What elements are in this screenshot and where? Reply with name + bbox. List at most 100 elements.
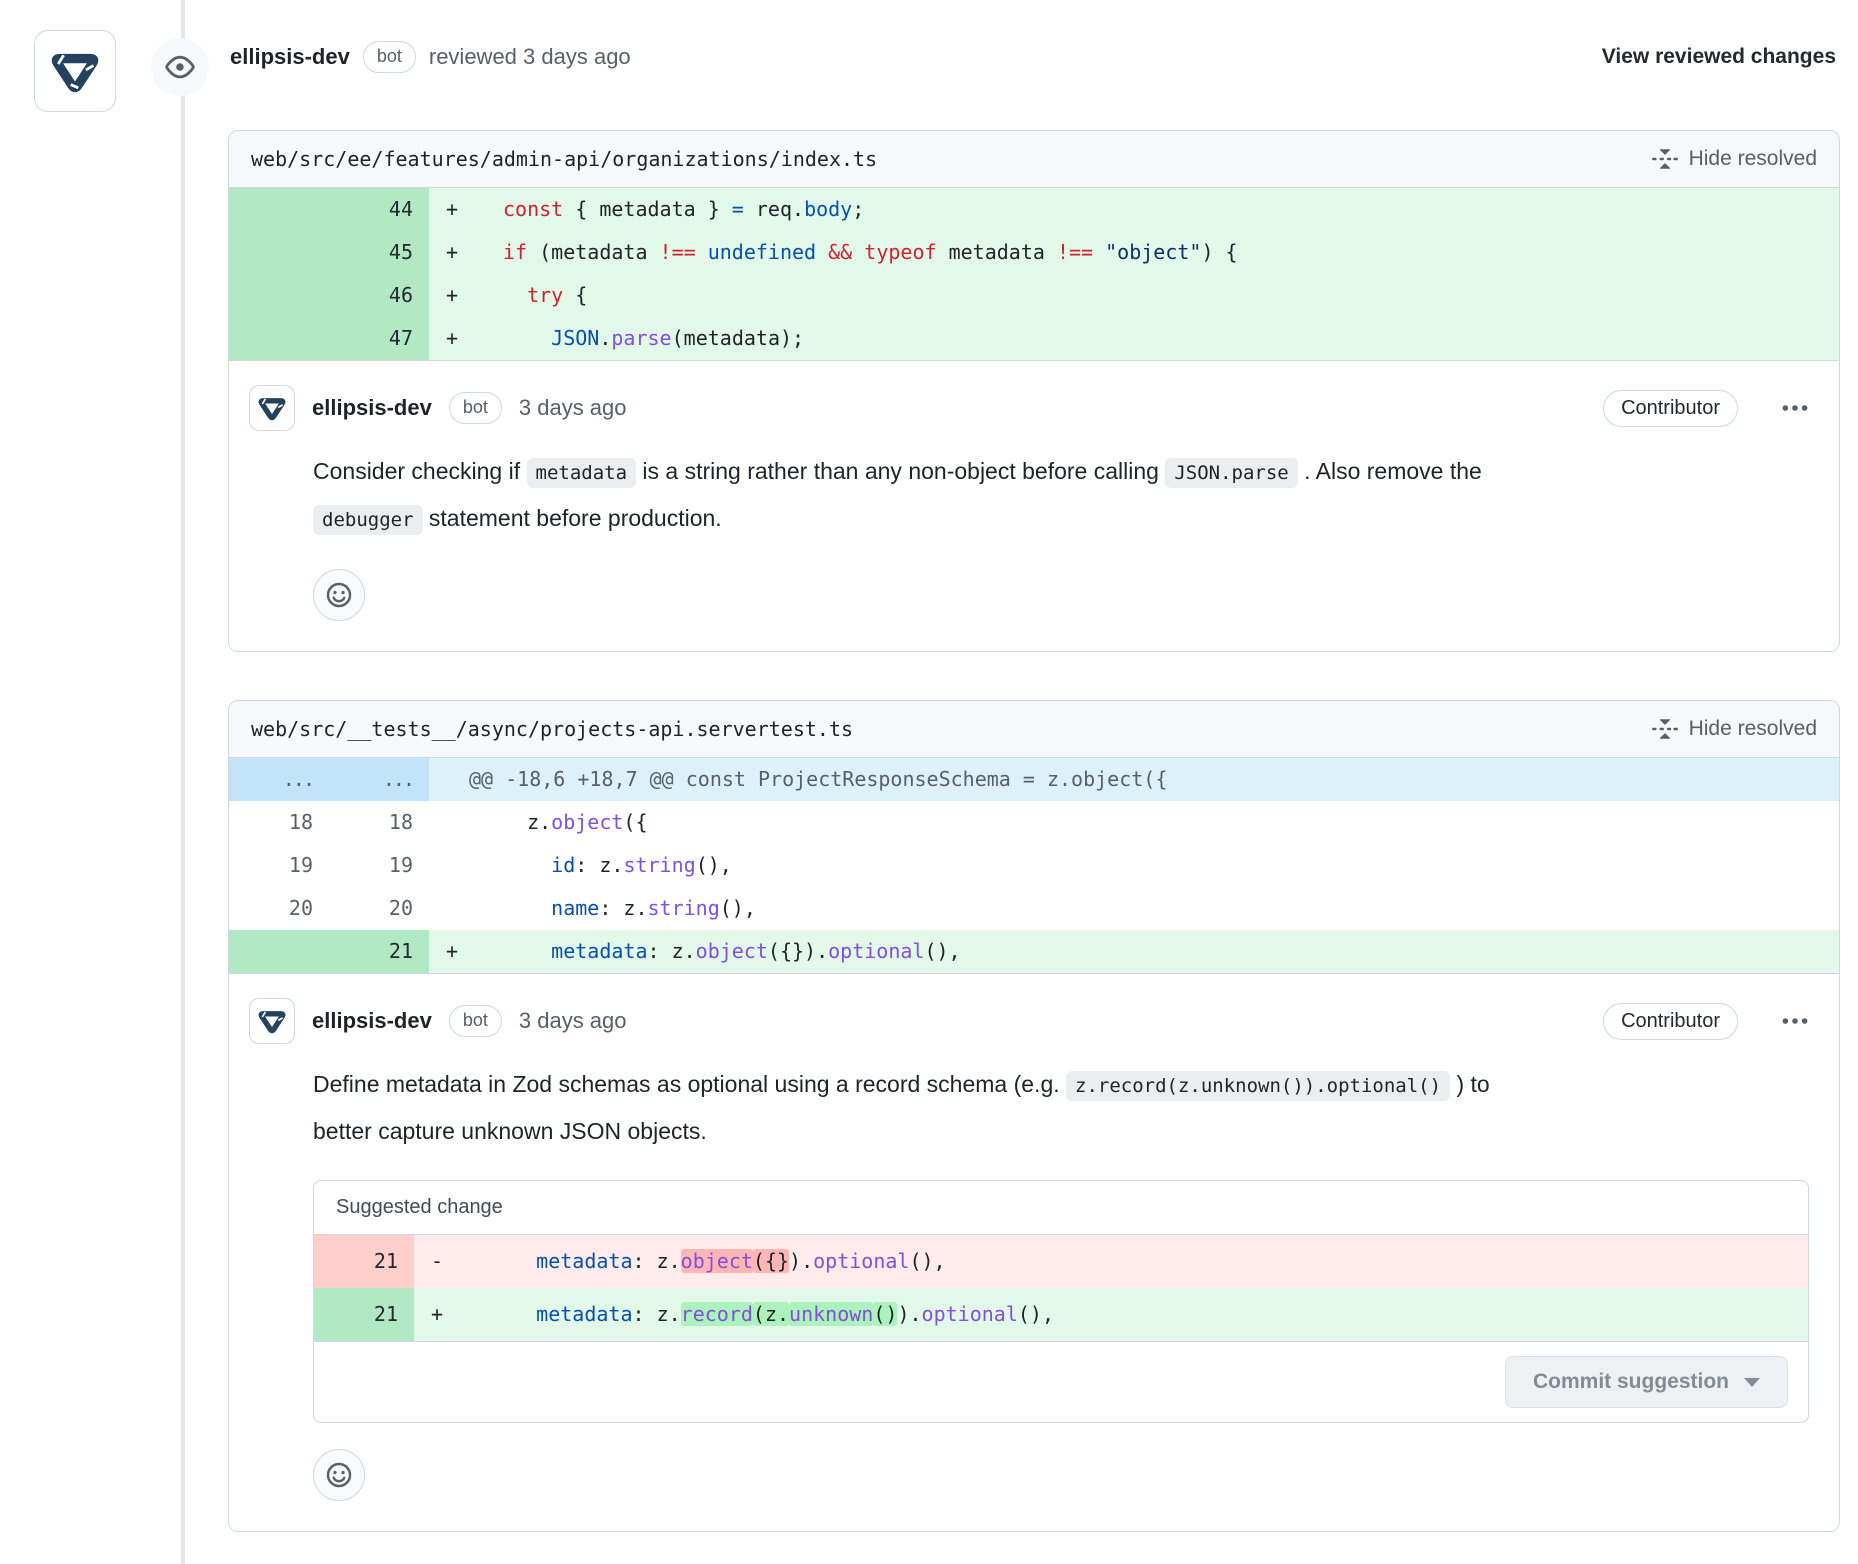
review-threads: web/src/ee/features/admin-api/organizati…: [228, 130, 1840, 1532]
old-line-number: [229, 188, 329, 231]
add-reaction-button[interactable]: [313, 1449, 365, 1501]
diff-sign: +: [429, 231, 475, 274]
inline-code: JSON.parse: [1165, 458, 1297, 488]
comment-author[interactable]: ellipsis-dev: [312, 1008, 432, 1034]
comment-options-button[interactable]: [1781, 394, 1809, 422]
diff-row: 21+ metadata: z.object({}).optional(),: [229, 930, 1839, 973]
kebab-horizontal-icon: [1781, 1007, 1809, 1035]
commit-suggestion-label: Commit suggestion: [1533, 1370, 1729, 1394]
hide-resolved-label: Hide resolved: [1689, 147, 1817, 171]
diff-row: 21+ metadata: z.record(z.unknown()).opti…: [314, 1288, 1808, 1341]
hide-resolved-button[interactable]: Hide resolved: [1652, 146, 1817, 172]
diff-sign: [429, 887, 475, 930]
chevron-down-icon: [1744, 1378, 1760, 1387]
old-line-number: [229, 231, 329, 274]
avatar[interactable]: [249, 385, 295, 431]
diff-sign: +: [429, 930, 475, 973]
diff-sign: +: [429, 274, 475, 317]
old-line-number: 19: [229, 844, 329, 887]
diff-row: 46+ try {: [229, 274, 1839, 317]
hunk-gutter: ...: [229, 758, 329, 801]
comment-options-button[interactable]: [1781, 1007, 1809, 1035]
hide-resolved-button[interactable]: Hide resolved: [1652, 716, 1817, 742]
contributor-badge: Contributor: [1603, 1003, 1738, 1040]
diff-row: 45+if (metadata !== undefined && typeof …: [229, 231, 1839, 274]
code-line: try {: [475, 274, 587, 317]
old-line-number: [229, 317, 329, 360]
comment-timestamp[interactable]: 3 days ago: [519, 395, 627, 421]
smiley-icon: [325, 1461, 353, 1489]
ellipsis-logo-icon: [257, 393, 287, 423]
diff-row: 1818 z.object({: [229, 801, 1839, 844]
avatar[interactable]: [249, 998, 295, 1044]
comment-header: ellipsis-dev bot 3 days ago Contributor: [249, 998, 1809, 1044]
inline-code: debugger: [313, 505, 423, 535]
comment-author[interactable]: ellipsis-dev: [312, 395, 432, 421]
ellipsis-logo-icon: [49, 45, 101, 97]
diff-hunk-row: ......@@ -18,6 +18,7 @@ const ProjectRes…: [229, 758, 1839, 801]
code-line: const { metadata } = req.body;: [475, 188, 864, 231]
diff-sign: [429, 801, 475, 844]
suggested-change-title: Suggested change: [314, 1181, 1808, 1235]
diff-row: 2020 name: z.string(),: [229, 887, 1839, 930]
new-line-number: 45: [329, 231, 429, 274]
comment-header: ellipsis-dev bot 3 days ago Contributor: [249, 385, 1809, 431]
new-line-number: 21: [329, 930, 429, 973]
code-line: metadata: z.record(z.unknown()).optional…: [460, 1288, 1054, 1341]
add-reaction-button[interactable]: [313, 569, 365, 621]
old-line-number: 20: [229, 887, 329, 930]
diff-row: 21- metadata: z.object({}).optional(),: [314, 1235, 1808, 1288]
code-line: metadata: z.object({}).optional(),: [460, 1235, 946, 1288]
new-line-number: 18: [329, 801, 429, 844]
diff-sign: +: [414, 1288, 460, 1341]
commit-suggestion-button[interactable]: Commit suggestion: [1505, 1356, 1788, 1408]
file-path[interactable]: web/src/__tests__/async/projects-api.ser…: [251, 717, 853, 741]
comment-timestamp[interactable]: 3 days ago: [519, 1008, 627, 1034]
review-title: ellipsis-dev bot reviewed 3 days ago: [230, 41, 631, 72]
review-meta: reviewed 3 days ago: [429, 44, 631, 70]
smiley-icon: [325, 581, 353, 609]
comment-body: Define metadata in Zod schemas as option…: [313, 1062, 1809, 1154]
hunk-header-text: @@ -18,6 +18,7 @@ const ProjectResponseS…: [429, 758, 1167, 801]
avatar[interactable]: [34, 30, 116, 112]
diff-table: ......@@ -18,6 +18,7 @@ const ProjectRes…: [229, 758, 1839, 974]
bot-badge: bot: [449, 1005, 502, 1036]
diff-row: 1919 id: z.string(),: [229, 844, 1839, 887]
hide-resolved-label: Hide resolved: [1689, 717, 1817, 741]
diff-table: 44+const { metadata } = req.body;45+if (…: [229, 188, 1839, 361]
file-header: web/src/ee/features/admin-api/organizati…: [229, 131, 1839, 188]
review-header: ellipsis-dev bot reviewed 3 days ago Vie…: [0, 0, 1858, 114]
fold-icon: [1652, 716, 1678, 742]
new-line-number: 44: [329, 188, 429, 231]
new-line-number: 47: [329, 317, 429, 360]
code-line: name: z.string(),: [475, 887, 756, 930]
diff-row: 44+const { metadata } = req.body;: [229, 188, 1839, 231]
line-number: 21: [314, 1288, 414, 1341]
line-number: 21: [314, 1235, 414, 1288]
diff-sign: [429, 844, 475, 887]
diff-row: 47+ JSON.parse(metadata);: [229, 317, 1839, 360]
inline-code: metadata: [527, 458, 637, 488]
code-line: metadata: z.object({}).optional(),: [475, 930, 961, 973]
diff-sign: +: [429, 317, 475, 360]
comment-body: Consider checking if metadata is a strin…: [313, 449, 1809, 543]
code-line: z.object({: [475, 801, 648, 844]
code-line: if (metadata !== undefined && typeof met…: [475, 231, 1238, 274]
code-line: id: z.string(),: [475, 844, 732, 887]
review-comment: ellipsis-dev bot 3 days ago Contributor …: [229, 361, 1839, 651]
view-reviewed-changes-link[interactable]: View reviewed changes: [1602, 45, 1836, 69]
kebab-horizontal-icon: [1781, 394, 1809, 422]
new-line-number: 20: [329, 887, 429, 930]
new-line-number: 46: [329, 274, 429, 317]
contributor-badge: Contributor: [1603, 390, 1738, 427]
ellipsis-logo-icon: [257, 1006, 287, 1036]
suggestion-diff-table: 21- metadata: z.object({}).optional(),21…: [314, 1235, 1808, 1341]
old-line-number: [229, 930, 329, 973]
bot-badge: bot: [363, 41, 416, 72]
review-thread-card-2: web/src/__tests__/async/projects-api.ser…: [228, 700, 1840, 1532]
review-author[interactable]: ellipsis-dev: [230, 44, 350, 70]
old-line-number: [229, 274, 329, 317]
suggested-change-block: Suggested change 21- metadata: z.object(…: [313, 1180, 1809, 1423]
new-line-number: 19: [329, 844, 429, 887]
file-path[interactable]: web/src/ee/features/admin-api/organizati…: [251, 147, 877, 171]
